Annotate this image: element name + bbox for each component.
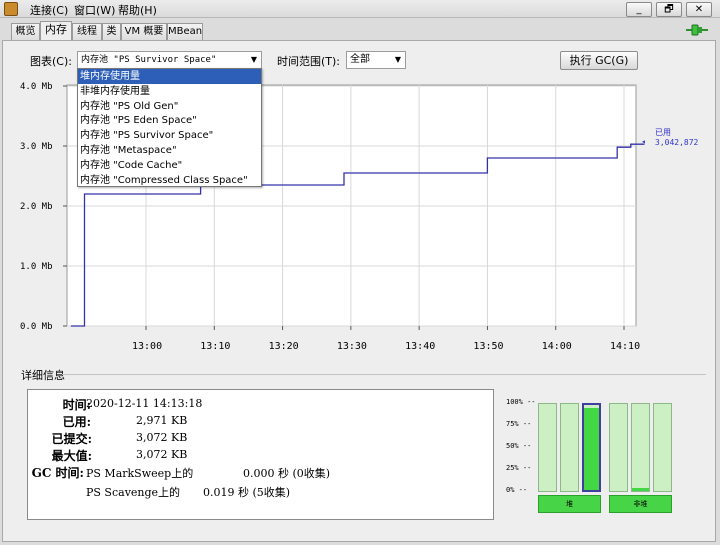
dropdown-option[interactable]: 内存池 "Compressed Class Space" xyxy=(78,173,261,188)
y-tick-label: 4.0 Mb xyxy=(20,82,53,92)
used-value: 2,971 KB xyxy=(136,414,188,427)
used-label: 已用: xyxy=(62,415,91,429)
nonheap-group-label: 非堆 xyxy=(609,495,672,513)
dropdown-option[interactable]: 堆内存使用量 xyxy=(78,69,261,84)
tab-bar: 概览 内存 线程 类 VM 概要 MBean xyxy=(0,19,720,41)
legend: ◂ 已用 3,042,872 xyxy=(641,128,699,147)
time-value: 2020-12-11 14:13:18 xyxy=(86,397,203,410)
tab-vm-summary[interactable]: VM 概要 xyxy=(121,23,167,40)
pct-0: 0% -- xyxy=(506,486,528,494)
heap-pool-bar-3[interactable] xyxy=(582,403,601,492)
heap-group-label: 堆 xyxy=(538,495,601,513)
menu-bar: 连接(C) 窗口(W) 帮助(H) _ 🗗 ✕ xyxy=(0,0,720,18)
time-label: 时间: xyxy=(62,398,91,412)
legend-value: 3,042,872 xyxy=(655,138,699,147)
gc-time-label: GC 时间: xyxy=(31,466,84,480)
menu-help[interactable]: 帮助(H) xyxy=(118,2,157,18)
dropdown-option[interactable]: 内存池 "PS Survivor Space" xyxy=(78,128,261,143)
menu-window[interactable]: 窗口(W) xyxy=(74,2,115,18)
y-tick-label: 2.0 Mb xyxy=(20,202,53,212)
time-range-select[interactable]: 全部 ▼ xyxy=(346,51,406,69)
x-tick-label: 14:10 xyxy=(610,341,640,352)
gc-scavenge-time: 0.019 秒 (5收集) xyxy=(203,486,291,499)
legend-arrow: ◂ xyxy=(641,137,646,146)
heap-pool-bar-1[interactable] xyxy=(538,403,557,492)
tab-threads[interactable]: 线程 xyxy=(72,23,102,40)
bar-fill xyxy=(632,488,649,491)
chart-dropdown-list[interactable]: 堆内存使用量 非堆内存使用量 内存池 "PS Old Gen" 内存池 "PS Ede… xyxy=(77,68,262,187)
time-range-label: 时间范围(T): xyxy=(277,55,341,68)
chevron-down-icon: ▼ xyxy=(394,55,401,64)
pct-100: 100% -- xyxy=(506,398,536,406)
x-tick-label: 14:00 xyxy=(542,341,572,352)
pct-50: 50% -- xyxy=(506,442,532,450)
dropdown-option[interactable]: 非堆内存使用量 xyxy=(78,84,261,99)
restore-button[interactable]: 🗗 xyxy=(656,2,682,17)
nonheap-pool-bar-3[interactable] xyxy=(653,403,672,492)
java-app-icon xyxy=(4,2,18,16)
close-button[interactable]: ✕ xyxy=(686,2,712,17)
tab-overview[interactable]: 概览 xyxy=(11,23,40,40)
x-tick-label: 13:50 xyxy=(473,341,503,352)
x-tick-label: 13:20 xyxy=(269,341,299,352)
time-range-value: 全部 xyxy=(350,54,370,65)
chart-select-value: 内存池 "PS Survivor Space" xyxy=(81,55,217,65)
x-tick-label: 13:30 xyxy=(337,341,367,352)
x-axis: 13:00 13:10 13:20 13:30 13:40 13:50 14:00 14:10 xyxy=(132,326,640,352)
y-tick-label: 1.0 Mb xyxy=(20,262,53,272)
nonheap-pool-bar-2[interactable] xyxy=(631,403,650,492)
chart-label: 图表(C): xyxy=(30,55,72,68)
heap-pool-bar-2[interactable] xyxy=(560,403,579,492)
tab-classes[interactable]: 类 xyxy=(102,23,121,40)
dropdown-option[interactable]: 内存池 "PS Eden Space" xyxy=(78,113,261,128)
details-divider xyxy=(62,374,706,375)
x-tick-label: 13:10 xyxy=(200,341,230,352)
legend-label: 已用 xyxy=(655,128,671,137)
y-axis: 0.0 Mb 1.0 Mb 2.0 Mb 3.0 Mb 4.0 Mb xyxy=(20,82,67,332)
details-title: 详细信息 xyxy=(21,369,65,382)
gc-marksweep-name: PS MarkSweep上的 xyxy=(86,467,194,480)
tab-memory[interactable]: 内存 xyxy=(40,21,72,41)
perform-gc-button[interactable]: 执行 GC(G) xyxy=(560,51,638,70)
y-tick-label: 3.0 Mb xyxy=(20,142,53,152)
details-panel: 时间: 2020-12-11 14:13:18 已用: 2,971 KB 已提交… xyxy=(27,389,494,520)
minimize-button[interactable]: _ xyxy=(626,2,652,17)
committed-label: 已提交: xyxy=(51,432,92,446)
tab-mbean[interactable]: MBean xyxy=(167,23,203,40)
menu-connect[interactable]: 连接(C) xyxy=(30,2,68,18)
y-tick-label: 0.0 Mb xyxy=(20,322,53,332)
dropdown-option[interactable]: 内存池 "Code Cache" xyxy=(78,158,261,173)
x-tick-label: 13:40 xyxy=(405,341,435,352)
dropdown-option[interactable]: 内存池 "PS Old Gen" xyxy=(78,99,261,114)
gc-scavenge-name: PS Scavenge上的 xyxy=(86,486,181,499)
chart-select[interactable]: 内存池 "PS Survivor Space" ▼ xyxy=(77,51,262,69)
pct-75: 75% -- xyxy=(506,420,532,428)
x-tick-label: 13:00 xyxy=(132,341,162,352)
dropdown-option[interactable]: 内存池 "Metaspace" xyxy=(78,143,261,158)
bar-fill xyxy=(584,407,599,490)
connection-status-icon xyxy=(686,24,708,36)
nonheap-pool-bar-1[interactable] xyxy=(609,403,628,492)
max-value: 3,072 KB xyxy=(136,448,188,461)
max-label: 最大值: xyxy=(51,449,92,463)
committed-value: 3,072 KB xyxy=(136,431,188,444)
pct-25: 25% -- xyxy=(506,464,532,472)
chevron-down-icon: ▼ xyxy=(250,55,257,64)
gc-marksweep-time: 0.000 秒 (0收集) xyxy=(243,467,331,480)
memory-pool-bars: 100% -- 75% -- 50% -- 25% -- 0% -- 堆 非堆 xyxy=(500,389,700,519)
